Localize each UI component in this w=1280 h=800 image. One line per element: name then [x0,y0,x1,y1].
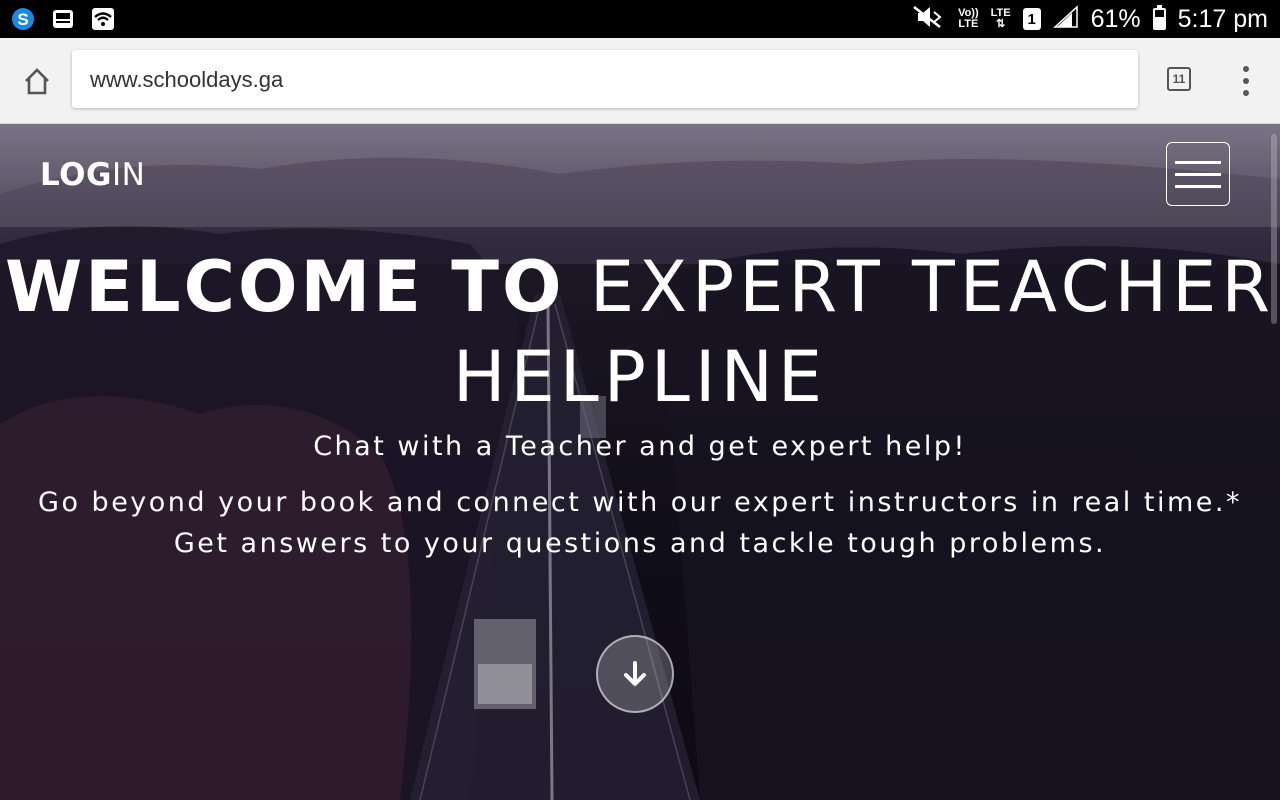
login-link[interactable]: LOGIN [40,157,145,193]
scroll-down-button[interactable] [596,635,674,713]
hero-section: LOGIN WELCOME TO EXPERT TEACHER HELPLINE… [0,124,1280,800]
mute-icon [910,5,946,34]
url-text: www.schooldays.ga [90,67,284,92]
status-indicators: Vo)) LTE LTE ⇅ 1 61% 5:17 pm [910,0,1268,38]
hamburger-menu-button[interactable] [1166,142,1230,206]
lte-indicator: LTE ⇅ [990,7,1011,30]
svg-text:S: S [17,10,28,29]
overflow-menu-button[interactable] [1236,66,1256,96]
site-navbar: LOGIN [0,124,1280,227]
hero-title: WELCOME TO EXPERT TEACHER HELPLINE [0,242,1280,422]
inbox-icon [50,6,76,32]
signal-icon [1052,4,1079,34]
battery-percent: 61% [1090,4,1141,33]
clock: 5:17 pm [1177,4,1268,33]
volte-indicator: Vo)) LTE [958,7,979,30]
dot-icon [1243,66,1249,72]
wifi-icon [90,6,116,32]
status-bar: S Vo)) LTE LTE ⇅ 1 61% 5:17 pm [0,0,1280,38]
browser-toolbar: www.schooldays.ga 11 [0,38,1280,124]
skype-icon: S [10,6,36,32]
battery-fill [1154,17,1164,28]
sim-indicator: 1 [1022,8,1041,30]
hero-title-light: EXPERT TEACHER HELPLINE [452,246,1276,418]
dot-icon [1243,90,1249,96]
hero-subtitle: Chat with a Teacher and get expert help! [313,431,967,462]
hero-title-bold: WELCOME TO [4,246,565,328]
home-button[interactable] [18,62,56,100]
tab-switcher-button[interactable]: 11 [1167,67,1191,91]
dot-icon [1243,78,1249,84]
home-icon [25,68,49,95]
arrow-down-icon [624,661,646,686]
hero-description: Go beyond your book and connect with our… [38,487,1242,559]
url-bar[interactable]: www.schooldays.ga [72,50,1138,108]
notification-icons: S [10,6,116,32]
battery-icon [1152,5,1166,30]
